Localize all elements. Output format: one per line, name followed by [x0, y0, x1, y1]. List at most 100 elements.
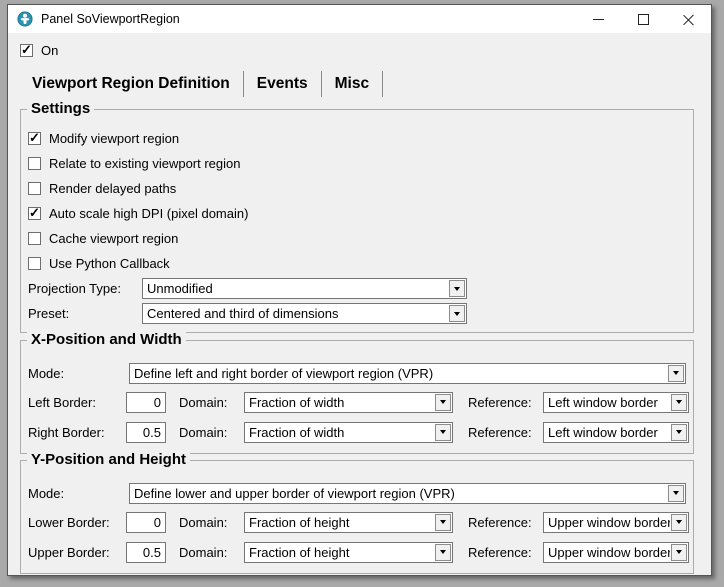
- y-mode-value: Define lower and upper border of viewpor…: [130, 486, 667, 501]
- x-position-group-title: X-Position and Width: [27, 331, 186, 348]
- upper-border-label: Upper Border:: [28, 545, 126, 560]
- lower-border-row: Lower Border: Domain: Fraction of height…: [28, 507, 689, 537]
- modify-viewport-region-checkbox[interactable]: [28, 132, 41, 145]
- upper-border-domain-select[interactable]: Fraction of height: [244, 542, 453, 563]
- chevron-down-icon[interactable]: [449, 280, 465, 297]
- domain-value: Fraction of height: [245, 545, 434, 560]
- checkbox-row-use-python-callback[interactable]: Use Python Callback: [28, 251, 689, 276]
- chevron-down-icon[interactable]: [671, 544, 687, 561]
- chevron-down-icon[interactable]: [668, 365, 684, 382]
- x-mode-row: Mode: Define left and right border of vi…: [28, 359, 689, 387]
- reference-value: Upper window border: [544, 545, 670, 560]
- projection-type-value: Unmodified: [143, 281, 448, 296]
- domain-label: Domain:: [179, 395, 244, 410]
- y-position-group-title: Y-Position and Height: [27, 451, 190, 468]
- upper-border-row: Upper Border: Domain: Fraction of height…: [28, 537, 689, 567]
- checkbox-row-cache-viewport-region[interactable]: Cache viewport region: [28, 226, 689, 251]
- tab-viewport-region-definition[interactable]: Viewport Region Definition: [20, 71, 244, 97]
- minimize-icon: [593, 19, 604, 20]
- left-border-domain-select[interactable]: Fraction of width: [244, 392, 453, 413]
- settings-group: Settings Modify viewport region Relate t…: [20, 109, 694, 333]
- projection-type-select[interactable]: Unmodified: [142, 278, 467, 299]
- left-border-reference-select[interactable]: Left window border: [543, 392, 689, 413]
- left-border-row: Left Border: Domain: Fraction of width R…: [28, 387, 689, 417]
- preset-select[interactable]: Centered and third of dimensions: [142, 303, 467, 324]
- cache-viewport-region-checkbox[interactable]: [28, 232, 41, 245]
- checkbox-label: Cache viewport region: [49, 231, 178, 246]
- checkbox-row-relate-existing[interactable]: Relate to existing viewport region: [28, 151, 689, 176]
- preset-row: Preset: Centered and third of dimensions: [28, 301, 689, 326]
- preset-value: Centered and third of dimensions: [143, 306, 448, 321]
- right-border-input[interactable]: [126, 422, 166, 443]
- domain-label: Domain:: [179, 515, 244, 530]
- y-position-group: Y-Position and Height Mode: Define lower…: [20, 460, 694, 574]
- projection-type-label: Projection Type:: [28, 281, 142, 296]
- domain-value: Fraction of height: [245, 515, 434, 530]
- lower-border-label: Lower Border:: [28, 515, 126, 530]
- chevron-down-icon[interactable]: [435, 424, 451, 441]
- close-icon: [683, 14, 694, 25]
- right-border-reference-select[interactable]: Left window border: [543, 422, 689, 443]
- domain-label: Domain:: [179, 425, 244, 440]
- on-checkbox[interactable]: [20, 44, 33, 57]
- tab-events[interactable]: Events: [244, 71, 322, 97]
- reference-value: Upper window border: [544, 515, 670, 530]
- checkbox-row-modify-viewport-region[interactable]: Modify viewport region: [28, 126, 689, 151]
- use-python-callback-checkbox[interactable]: [28, 257, 41, 270]
- panel-window: Panel SoViewportRegion On Viewport Regio…: [7, 4, 712, 576]
- tab-bar: Viewport Region Definition Events Misc: [20, 71, 694, 97]
- window-title: Panel SoViewportRegion: [41, 12, 180, 26]
- right-border-label: Right Border:: [28, 425, 126, 440]
- chevron-down-icon[interactable]: [435, 394, 451, 411]
- reference-value: Left window border: [544, 425, 670, 440]
- close-button[interactable]: [666, 5, 711, 33]
- x-mode-label: Mode:: [28, 366, 129, 381]
- lower-border-reference-select[interactable]: Upper window border: [543, 512, 689, 533]
- chevron-down-icon[interactable]: [671, 424, 687, 441]
- checkbox-row-auto-scale-dpi[interactable]: Auto scale high DPI (pixel domain): [28, 201, 689, 226]
- titlebar[interactable]: Panel SoViewportRegion: [8, 5, 711, 33]
- minimize-button[interactable]: [576, 5, 621, 33]
- settings-group-title: Settings: [27, 100, 94, 117]
- reference-label: Reference:: [468, 425, 543, 440]
- chevron-down-icon[interactable]: [671, 514, 687, 531]
- x-mode-select[interactable]: Define left and right border of viewport…: [129, 363, 686, 384]
- chevron-down-icon[interactable]: [435, 514, 451, 531]
- checkbox-label: Relate to existing viewport region: [49, 156, 241, 171]
- desktop-backdrop: Panel SoViewportRegion On Viewport Regio…: [0, 0, 724, 587]
- checkbox-label: Auto scale high DPI (pixel domain): [49, 206, 248, 221]
- chevron-down-icon[interactable]: [671, 394, 687, 411]
- y-mode-row: Mode: Define lower and upper border of v…: [28, 479, 689, 507]
- x-position-group: X-Position and Width Mode: Define left a…: [20, 340, 694, 454]
- projection-type-row: Projection Type: Unmodified: [28, 276, 689, 301]
- chevron-down-icon[interactable]: [668, 485, 684, 502]
- domain-label: Domain:: [179, 545, 244, 560]
- left-border-input[interactable]: [126, 392, 166, 413]
- x-mode-value: Define left and right border of viewport…: [130, 366, 667, 381]
- lower-border-domain-select[interactable]: Fraction of height: [244, 512, 453, 533]
- chevron-down-icon[interactable]: [435, 544, 451, 561]
- auto-scale-dpi-checkbox[interactable]: [28, 207, 41, 220]
- right-border-domain-select[interactable]: Fraction of width: [244, 422, 453, 443]
- dialog-body: On Viewport Region Definition Events Mis…: [8, 42, 711, 574]
- maximize-icon: [638, 14, 649, 25]
- y-mode-label: Mode:: [28, 486, 129, 501]
- relate-existing-checkbox[interactable]: [28, 157, 41, 170]
- checkbox-row-render-delayed-paths[interactable]: Render delayed paths: [28, 176, 689, 201]
- tab-misc[interactable]: Misc: [322, 71, 383, 97]
- reference-label: Reference:: [468, 395, 543, 410]
- upper-border-input[interactable]: [126, 542, 166, 563]
- checkbox-label: Render delayed paths: [49, 181, 176, 196]
- chevron-down-icon[interactable]: [449, 305, 465, 322]
- reference-label: Reference:: [468, 515, 543, 530]
- lower-border-input[interactable]: [126, 512, 166, 533]
- render-delayed-paths-checkbox[interactable]: [28, 182, 41, 195]
- checkbox-label: Use Python Callback: [49, 256, 170, 271]
- upper-border-reference-select[interactable]: Upper window border: [543, 542, 689, 563]
- on-toggle-row[interactable]: On: [20, 42, 694, 58]
- preset-label: Preset:: [28, 306, 142, 321]
- maximize-button[interactable]: [621, 5, 666, 33]
- reference-value: Left window border: [544, 395, 670, 410]
- domain-value: Fraction of width: [245, 395, 434, 410]
- y-mode-select[interactable]: Define lower and upper border of viewpor…: [129, 483, 686, 504]
